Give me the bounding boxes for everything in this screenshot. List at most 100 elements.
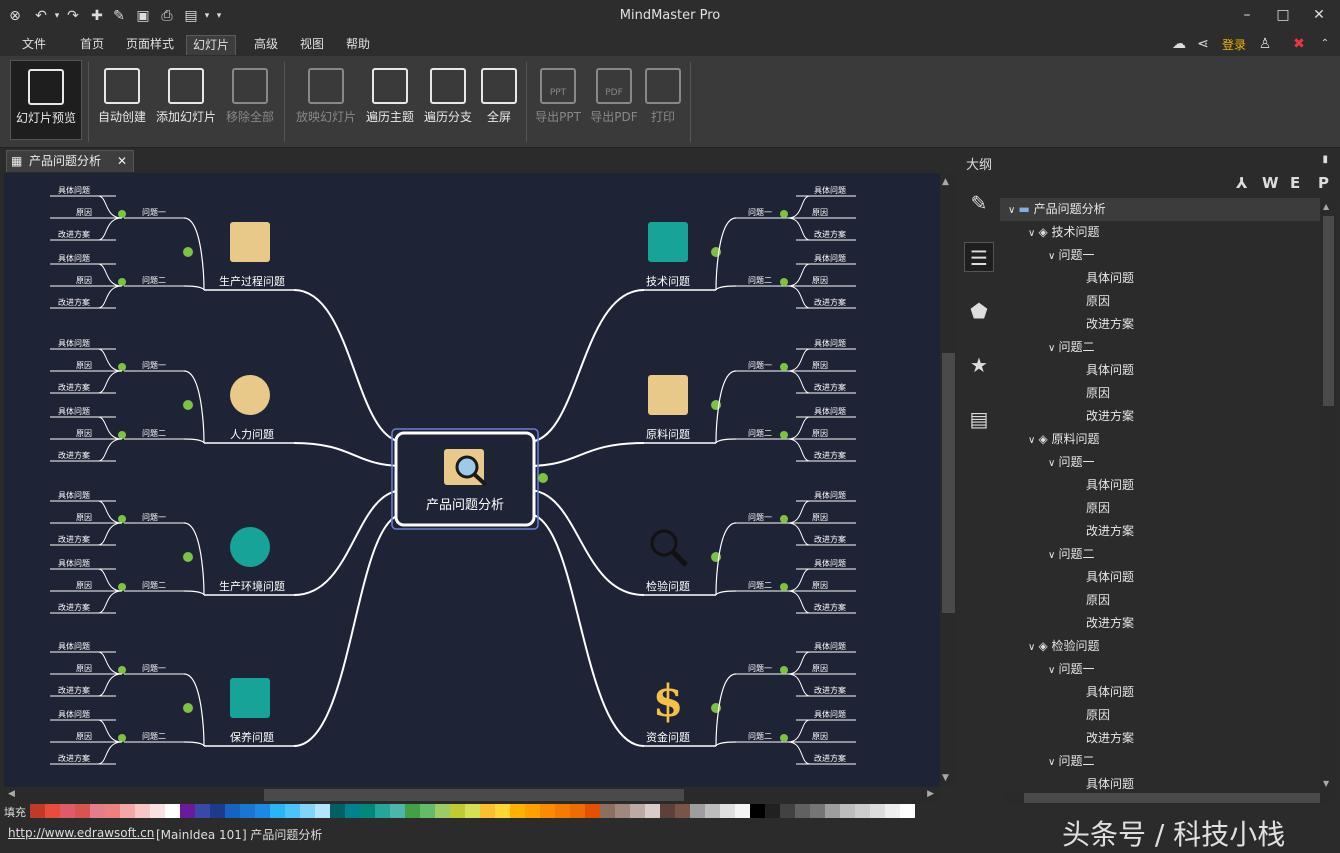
outline-item[interactable]: 具体问题 — [1000, 566, 1134, 589]
subtopic-toggle-icon[interactable] — [118, 431, 126, 439]
scroll-up-icon[interactable]: ▲ — [942, 177, 949, 187]
print-button[interactable]: 打印 — [644, 60, 682, 140]
word-export-button[interactable]: W — [1262, 174, 1279, 192]
outline-item[interactable]: 具体问题 — [1000, 359, 1134, 382]
color-swatch[interactable] — [705, 804, 720, 818]
canvas-hscroll-thumb[interactable] — [264, 789, 684, 801]
expand-arrow-icon[interactable]: ∨ — [1028, 642, 1039, 653]
subtopic-toggle-icon[interactable] — [118, 583, 126, 591]
color-swatch[interactable] — [375, 804, 390, 818]
subtopic-toggle-icon[interactable] — [118, 666, 126, 674]
color-swatch[interactable] — [690, 804, 705, 818]
play-slides-button[interactable]: 放映幻灯片 — [292, 60, 360, 140]
color-swatch[interactable] — [285, 804, 300, 818]
outline-item[interactable]: 原因 — [1000, 704, 1110, 727]
scroll-left-icon[interactable]: ◀ — [8, 789, 15, 799]
color-swatch[interactable] — [525, 804, 540, 818]
color-swatch[interactable] — [780, 804, 795, 818]
canvas-horizontal-scrollbar[interactable]: ◀ ▶ — [4, 787, 940, 803]
color-swatch[interactable] — [630, 804, 645, 818]
subtopic-toggle-icon[interactable] — [780, 583, 788, 591]
color-swatch[interactable] — [135, 804, 150, 818]
color-swatch[interactable] — [270, 804, 285, 818]
color-swatch[interactable] — [660, 804, 675, 818]
color-swatch[interactable] — [180, 804, 195, 818]
menu-view[interactable]: 视图 — [294, 35, 330, 55]
color-swatch[interactable] — [120, 804, 135, 818]
outline-item[interactable]: 具体问题 — [1000, 267, 1134, 290]
outline-item[interactable]: ∨ 问题二 — [1000, 750, 1095, 773]
clipart-icon[interactable]: ⬟ — [964, 296, 994, 326]
subtopic-toggle-icon[interactable] — [118, 278, 126, 286]
auto-create-button[interactable]: 自动创建 — [94, 60, 150, 140]
ppt-export-button[interactable]: P — [1318, 174, 1329, 192]
canvas-vscroll-thumb[interactable] — [942, 353, 955, 613]
expand-arrow-icon[interactable]: ∨ — [1008, 205, 1019, 216]
outline-hscroll-thumb[interactable] — [1024, 793, 1320, 803]
color-swatch[interactable] — [420, 804, 435, 818]
slide-preview-button[interactable]: 幻灯片预览 — [10, 60, 82, 140]
remove-all-button[interactable]: 移除全部 — [222, 60, 278, 140]
subtopic-toggle-icon[interactable] — [780, 734, 788, 742]
color-swatch[interactable] — [450, 804, 465, 818]
expand-arrow-icon[interactable]: ∨ — [1048, 458, 1059, 469]
collapse-toggle-icon[interactable] — [183, 247, 193, 257]
color-swatch[interactable] — [255, 804, 270, 818]
color-swatch[interactable] — [540, 804, 555, 818]
color-swatch[interactable] — [675, 804, 690, 818]
login-link[interactable]: 登录 — [1222, 36, 1246, 53]
outline-item[interactable]: 原因 — [1000, 290, 1110, 313]
outline-item[interactable]: ∨ ◈ 技术问题 — [1000, 221, 1100, 244]
outline-item[interactable]: ∨ 问题一 — [1000, 244, 1095, 267]
outline-item[interactable]: 改进方案 — [1000, 405, 1134, 428]
outline-item[interactable]: ∨ 问题二 — [1000, 543, 1095, 566]
expand-arrow-icon[interactable]: ∨ — [1048, 550, 1059, 561]
menu-help[interactable]: 帮助 — [340, 35, 376, 55]
add-slide-button[interactable]: 添加幻灯片 — [154, 60, 218, 140]
color-swatch[interactable] — [795, 804, 810, 818]
subtopic-toggle-icon[interactable] — [118, 363, 126, 371]
color-swatch[interactable] — [435, 804, 450, 818]
outline-item[interactable]: 具体问题 — [1000, 773, 1134, 792]
menu-file[interactable]: 文件 — [16, 35, 52, 55]
outline-item[interactable]: 改进方案 — [1000, 520, 1134, 543]
color-swatch[interactable] — [870, 804, 885, 818]
menu-advanced[interactable]: 高级 — [248, 35, 284, 55]
menu-page-style[interactable]: 页面样式 — [120, 35, 180, 55]
color-swatch[interactable] — [330, 804, 345, 818]
share-icon[interactable]: ⋖ — [1194, 34, 1212, 54]
minimize-button[interactable]: – — [1232, 4, 1262, 26]
color-swatch[interactable] — [360, 804, 375, 818]
close-tab-icon[interactable]: ✕ — [117, 151, 127, 171]
color-swatch[interactable] — [405, 804, 420, 818]
canvas-vertical-scrollbar[interactable]: ▲ ▼ — [940, 173, 957, 787]
expand-arrow-icon[interactable]: ∨ — [1048, 757, 1059, 768]
outline-item[interactable]: ∨ 问题一 — [1000, 658, 1095, 681]
subtopic-toggle-icon[interactable] — [780, 278, 788, 286]
subtopic-toggle-icon[interactable] — [118, 515, 126, 523]
outline-item[interactable]: 具体问题 — [1000, 474, 1134, 497]
traverse-topic-button[interactable]: 遍历主题 — [364, 60, 416, 140]
color-swatch[interactable] — [345, 804, 360, 818]
traverse-branch-button[interactable]: 遍历分支 — [420, 60, 476, 140]
color-swatch[interactable] — [90, 804, 105, 818]
outline-item[interactable]: ∨ 问题二 — [1000, 336, 1095, 359]
color-swatch[interactable] — [765, 804, 780, 818]
scroll-right-icon[interactable]: ▶ — [927, 789, 934, 799]
color-swatch[interactable] — [750, 804, 765, 818]
color-swatch[interactable] — [105, 804, 120, 818]
mind-map-canvas[interactable]: 生产过程问题 问题一 具体问题 原因 改进方案 问题二 具体问题 原因 改进方案 人力问题 问题一具… — [4, 173, 940, 787]
color-swatch[interactable] — [60, 804, 75, 818]
apps-icon[interactable]: ✖ — [1290, 34, 1308, 54]
cloud-icon[interactable]: ☁ — [1170, 34, 1188, 54]
subtopic-toggle-icon[interactable] — [780, 515, 788, 523]
export-pdf-button[interactable]: PDF 导出PDF — [588, 60, 640, 140]
color-swatch[interactable] — [45, 804, 60, 818]
color-swatch[interactable] — [150, 804, 165, 818]
color-swatch[interactable] — [600, 804, 615, 818]
subtopic-toggle-icon[interactable] — [780, 431, 788, 439]
outline-item[interactable]: 具体问题 — [1000, 681, 1134, 704]
outline-scroll-up-icon[interactable]: ▲ — [1323, 202, 1329, 211]
format-brush-icon[interactable]: ✎ — [964, 188, 994, 218]
outline-item[interactable]: 原因 — [1000, 497, 1110, 520]
